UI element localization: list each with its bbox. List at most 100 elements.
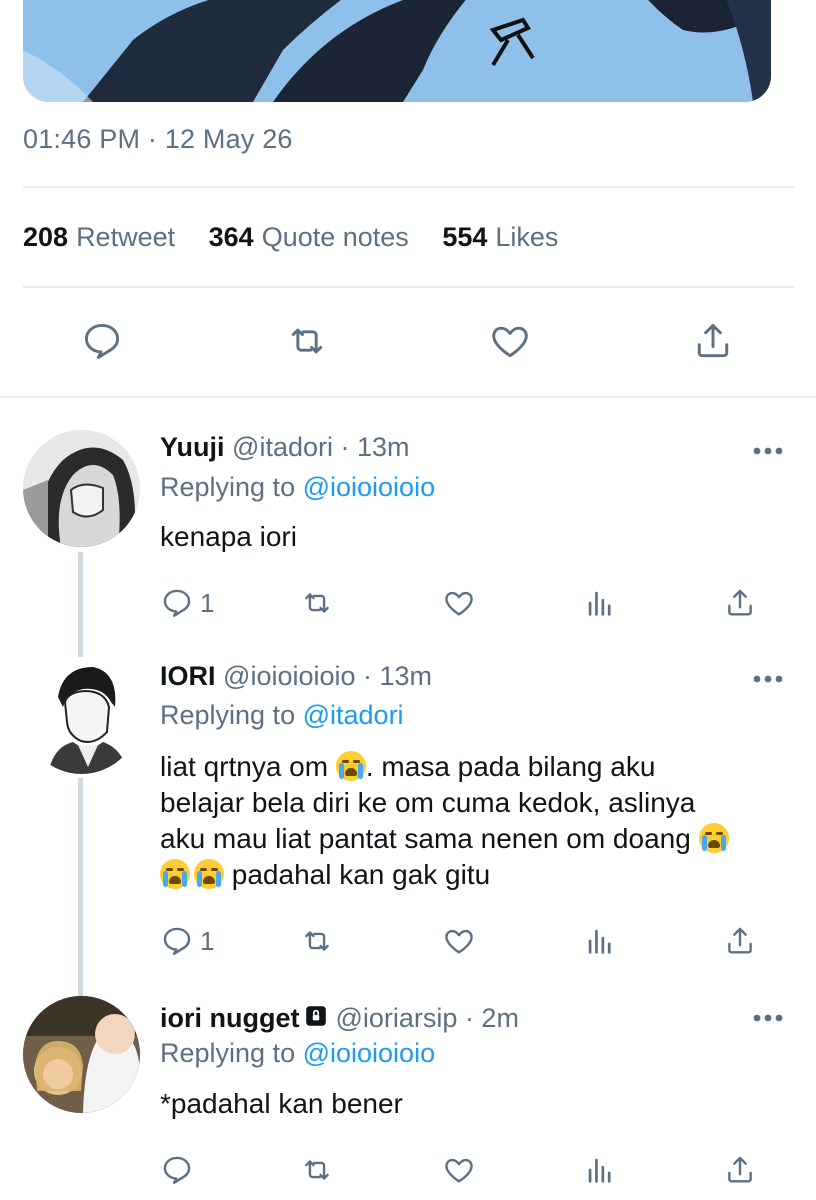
- like-button[interactable]: [487, 318, 533, 364]
- likes-stat[interactable]: 554 Likes: [442, 222, 558, 252]
- like-icon: [492, 326, 528, 358]
- like-button[interactable]: [442, 1150, 476, 1190]
- replying-to-label: Replying to: [160, 1038, 296, 1068]
- retweet-label: Retweet: [76, 222, 176, 252]
- retweet-icon: [305, 931, 329, 951]
- like-icon: [445, 929, 473, 954]
- lock-icon: [303, 1003, 329, 1036]
- share-button[interactable]: [690, 318, 736, 364]
- divider: [0, 396, 816, 398]
- replying-to: Replying to @ioioioioio: [160, 1038, 435, 1069]
- reply-icon: [163, 927, 191, 955]
- replying-to-mention[interactable]: @itadori: [303, 700, 404, 730]
- share-button[interactable]: [723, 1150, 757, 1190]
- loudly-crying-emoji-icon: [335, 751, 366, 781]
- more-icon[interactable]: [752, 1012, 784, 1024]
- like-icon: [445, 591, 473, 616]
- share-button[interactable]: [723, 921, 757, 961]
- reply-text: liat qrtnya om . masa pada bilang aku be…: [160, 749, 790, 893]
- reply-button[interactable]: [79, 318, 125, 364]
- quote-count: 364: [208, 222, 254, 252]
- analytics-icon: [588, 1158, 611, 1183]
- reply-text-line: kenapa iori: [160, 521, 297, 552]
- reply-text: kenapa iori: [160, 519, 790, 555]
- reply-text: *padahal kan bener: [160, 1086, 790, 1122]
- like-button[interactable]: [442, 583, 476, 623]
- text-fragment: liat qrtnya om: [160, 751, 336, 782]
- handle[interactable]: @itadori: [232, 432, 333, 462]
- divider: [23, 186, 794, 188]
- retweet-icon: [305, 593, 329, 613]
- replying-to-mention[interactable]: @ioioioioio: [303, 472, 435, 502]
- tweet-media-image[interactable]: [23, 0, 771, 102]
- avatar[interactable]: [23, 996, 140, 1113]
- reply-icon: [163, 1156, 191, 1184]
- reply-button[interactable]: 1: [160, 583, 214, 623]
- thread-line: [78, 552, 83, 660]
- reply-header: Yuuji @itadori · 13m: [160, 432, 410, 463]
- reply-icon: [84, 323, 120, 359]
- reply-time[interactable]: · 13m: [363, 661, 432, 691]
- share-button[interactable]: [723, 583, 757, 623]
- retweet-button[interactable]: [300, 583, 334, 623]
- text-fragment: . masa pada bilang aku: [365, 751, 656, 782]
- analytics-button[interactable]: [583, 583, 617, 623]
- divider: [23, 286, 794, 288]
- text-fragment: aku mau liat pantat sama nenen om doang: [160, 823, 699, 854]
- share-icon: [697, 323, 729, 358]
- tweet-stats: 208 Retweet 364 Quote notes 554 Likes: [23, 222, 584, 253]
- reply-count: 1: [200, 925, 215, 956]
- reply-header: iori nugget @ioriarsip · 2m: [160, 1003, 519, 1036]
- more-icon[interactable]: [752, 673, 784, 685]
- analytics-icon: [588, 591, 611, 616]
- likes-label: Likes: [495, 222, 559, 252]
- tweet-action-bar: [0, 318, 816, 370]
- like-button[interactable]: [442, 921, 476, 961]
- share-icon: [728, 927, 752, 954]
- more-icon[interactable]: [752, 445, 784, 457]
- quote-stat[interactable]: 364 Quote notes: [209, 222, 409, 252]
- reply-actions: [160, 1150, 770, 1190]
- reply-button[interactable]: [160, 1150, 194, 1190]
- analytics-button[interactable]: [583, 1150, 617, 1190]
- replying-to: Replying to @ioioioioio: [160, 472, 435, 503]
- replying-to: Replying to @itadori: [160, 700, 404, 731]
- loudly-crying-emoji-icon: [194, 859, 224, 889]
- quote-label: Quote notes: [261, 222, 409, 252]
- replying-to-label: Replying to: [160, 700, 296, 730]
- retweet-button[interactable]: [284, 318, 330, 364]
- analytics-button[interactable]: [583, 921, 617, 961]
- thread-line: [78, 778, 83, 996]
- avatar[interactable]: [23, 430, 140, 547]
- display-name[interactable]: iori nugget: [160, 1003, 299, 1033]
- reply-text-line: *padahal kan bener: [160, 1088, 403, 1119]
- avatar[interactable]: [23, 657, 140, 774]
- tweet-timestamp: 01:46 PM · 12 May 26: [23, 124, 293, 154]
- reply-button[interactable]: 1: [160, 921, 214, 961]
- reply-time[interactable]: · 2m: [465, 1003, 519, 1033]
- loudly-crying-emoji-icon: [160, 859, 190, 889]
- text-fragment: padahal kan gak gitu: [224, 859, 491, 890]
- reply-actions: 1: [160, 583, 770, 623]
- text-fragment: belajar bela diri ke om cuma kedok, asli…: [160, 787, 696, 818]
- display-name[interactable]: Yuuji: [160, 432, 225, 462]
- reply-icon: [163, 589, 191, 617]
- likes-count: 554: [442, 222, 488, 252]
- share-icon: [728, 589, 752, 616]
- reply-header: IORI @ioioioioio · 13m: [160, 661, 432, 692]
- retweet-button[interactable]: [300, 1150, 334, 1190]
- retweet-icon: [291, 328, 323, 354]
- handle[interactable]: @ioioioioio: [223, 661, 355, 691]
- replying-to-mention[interactable]: @ioioioioio: [303, 1038, 435, 1068]
- share-icon: [728, 1156, 752, 1183]
- retweet-button[interactable]: [300, 921, 334, 961]
- display-name[interactable]: IORI: [160, 661, 216, 691]
- retweet-icon: [305, 1160, 329, 1180]
- loudly-crying-emoji-icon: [698, 823, 729, 853]
- retweet-count: 208: [23, 222, 69, 252]
- reply-actions: 1: [160, 921, 770, 961]
- retweet-stat[interactable]: 208 Retweet: [23, 222, 175, 252]
- replying-to-label: Replying to: [160, 472, 296, 502]
- reply-time[interactable]: · 13m: [341, 432, 410, 462]
- handle[interactable]: @ioriarsip: [335, 1003, 457, 1033]
